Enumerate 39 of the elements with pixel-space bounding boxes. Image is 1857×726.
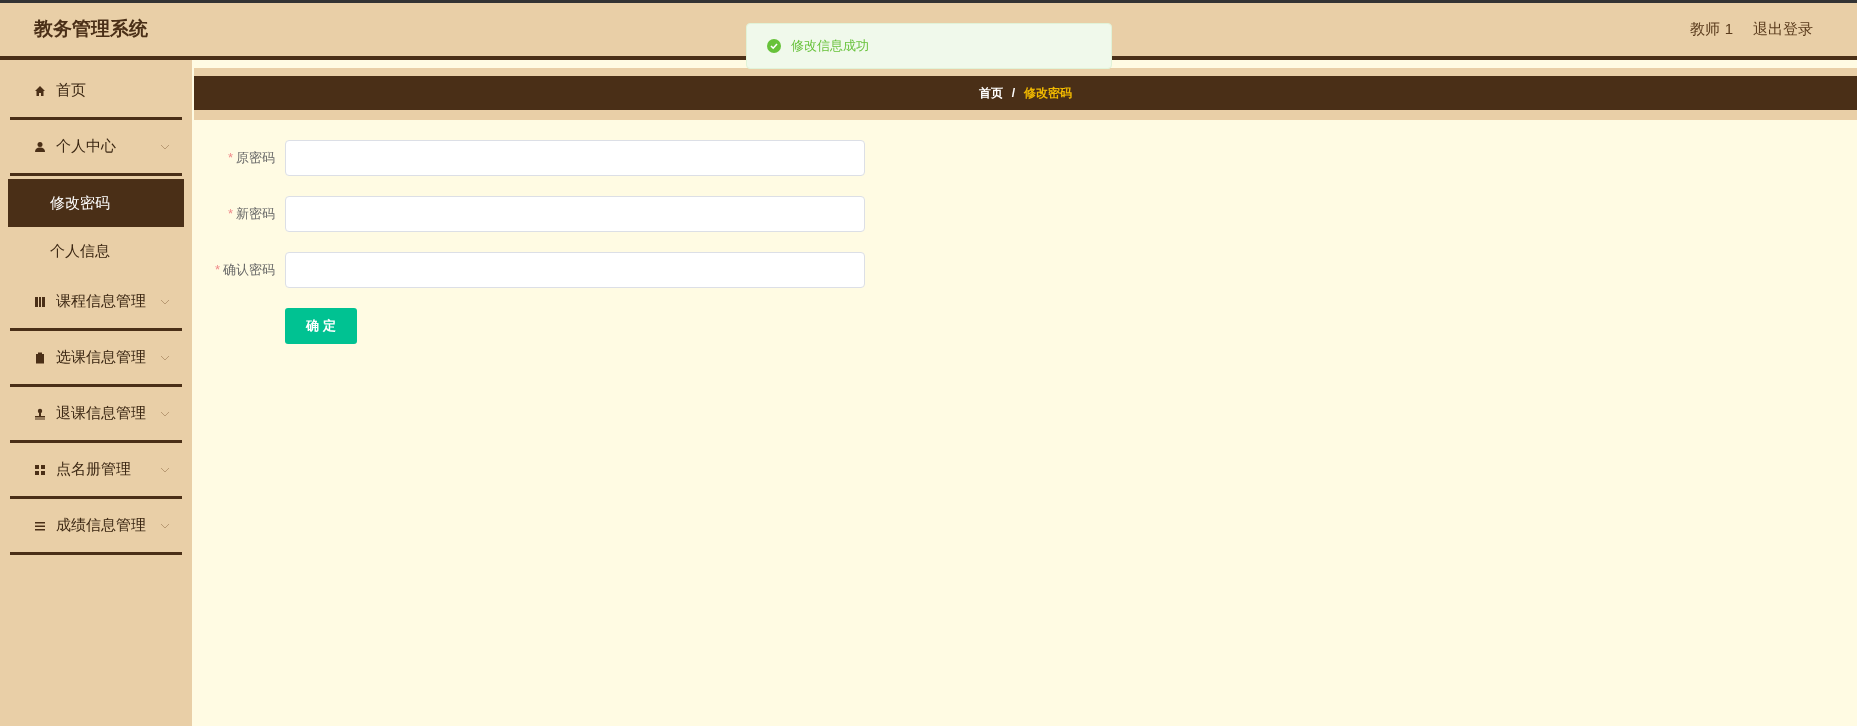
chevron-down-icon — [160, 522, 170, 529]
stamp-icon — [34, 407, 46, 420]
chevron-down-icon — [160, 410, 170, 417]
menu-item[interactable]: 退课信息管理 — [10, 387, 182, 443]
menu-item[interactable]: 选课信息管理 — [10, 331, 182, 387]
toast-message: 修改信息成功 — [791, 37, 869, 56]
chevron-down-icon — [160, 466, 170, 473]
grid-icon — [34, 463, 46, 476]
breadcrumb-link[interactable]: 首页 — [978, 84, 1003, 102]
home-icon — [34, 84, 46, 97]
menu-item[interactable]: 成绩信息管理 — [10, 499, 182, 555]
check-circle-icon — [767, 39, 781, 53]
breadcrumb-separator: / — [1011, 85, 1016, 102]
password-field[interactable] — [285, 140, 865, 176]
required-mark: * — [214, 261, 220, 280]
list-icon — [34, 519, 46, 532]
password-field[interactable] — [285, 196, 865, 232]
field-label: 新密码 — [236, 205, 275, 224]
menu-item[interactable]: 个人中心 — [10, 120, 182, 176]
clipboard-icon — [34, 351, 46, 364]
submenu-item[interactable]: 修改密码 — [8, 179, 184, 227]
chevron-down-icon — [160, 298, 170, 305]
book-icon — [34, 295, 46, 308]
required-mark: * — [227, 205, 233, 224]
password-field[interactable] — [285, 252, 865, 288]
field-label: 原密码 — [236, 149, 275, 168]
user-name: 教师 1 — [1690, 19, 1733, 40]
logout-link[interactable]: 退出登录 — [1753, 18, 1813, 41]
breadcrumb-link[interactable]: 修改密码 — [1024, 84, 1073, 102]
chevron-down-icon — [160, 354, 170, 361]
required-mark: * — [227, 149, 233, 168]
field-label: 确认密码 — [223, 261, 275, 280]
user-icon — [34, 140, 46, 153]
submenu-item[interactable]: 个人信息 — [8, 227, 184, 275]
menu-item[interactable]: 点名册管理 — [10, 443, 182, 499]
menu-item[interactable]: 首页 — [10, 64, 182, 120]
chevron-down-icon — [160, 143, 170, 150]
app-title: 教务管理系统 — [34, 17, 148, 42]
menu-item[interactable]: 课程信息管理 — [10, 275, 182, 331]
